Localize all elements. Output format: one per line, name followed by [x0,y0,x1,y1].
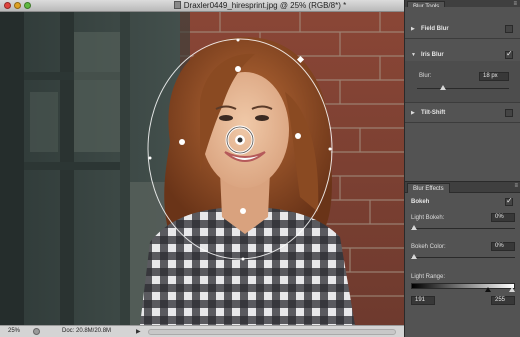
feather-handle-top[interactable] [235,66,241,72]
light-bokeh-slider-thumb[interactable] [411,225,417,230]
tilt-shift-checkbox[interactable] [505,109,513,117]
light-range-gradient[interactable] [411,283,515,289]
document-title-text: Draxler0449_hiresprint.jpg @ 25% (RGB/8*… [183,1,347,10]
light-range-min-thumb[interactable] [485,287,491,292]
status-bar: 25% Doc: 20.8M/20.8M ▶ [0,325,404,337]
feather-handle-bottom[interactable] [240,208,246,214]
blur-slider-track[interactable] [417,88,509,89]
field-blur-checkbox[interactable] [505,25,513,33]
bokeh-color-label: Bokeh Color: [411,244,446,250]
document-icon [173,1,181,9]
iris-blur-settings: Blur: 18 px [405,61,520,103]
zoom-level[interactable]: 25% [8,328,20,334]
light-bokeh-slider-track[interactable] [411,228,515,229]
document-size-info: Doc: 20.8M/20.8M [62,328,112,334]
panel-menu-icon[interactable]: ≡ [514,183,518,189]
blur-effects-tab-strip: Blur Effects ≡ [405,182,520,193]
iris-blur-label: Iris Blur [421,52,444,58]
bokeh-color-slider-thumb[interactable] [411,254,417,259]
expand-triangle-icon[interactable]: ▶ [411,110,415,116]
collapse-triangle-icon[interactable]: ▼ [411,52,416,58]
field-blur-label: Field Blur [421,26,449,32]
light-bokeh-field[interactable]: 0% [491,213,515,222]
status-menu-arrow-icon[interactable]: ▶ [136,328,141,335]
panels-dock: Blur Tools ≡ ▶ Field Blur ▼ Iris Blur Bl… [404,0,520,337]
tab-blur-effects[interactable]: Blur Effects [407,183,450,193]
ellipse-point-left[interactable] [148,156,152,160]
horizontal-scrollbar[interactable] [148,329,396,335]
field-blur-row[interactable]: ▶ Field Blur [405,21,520,39]
tilt-shift-row[interactable]: ▶ Tilt-Shift [405,105,520,123]
zoom-menu-icon[interactable] [33,328,40,335]
blur-effects-panel: Blur Effects ≡ Bokeh Light Bokeh: 0% Bok… [405,181,520,337]
blur-amount-field[interactable]: 18 px [479,72,509,81]
expand-triangle-icon[interactable]: ▶ [411,26,415,32]
feather-handle-left[interactable] [179,139,185,145]
blur-label: Blur: [419,73,432,79]
bokeh-label: Bokeh [411,199,430,205]
light-range-label: Light Range: [411,274,446,280]
blur-tools-panel: ▶ Field Blur ▼ Iris Blur Blur: 18 px ▶ T… [405,7,520,177]
light-bokeh-label: Light Bokeh: [411,215,445,221]
ellipse-point-right[interactable] [328,147,332,151]
light-range-max-thumb[interactable] [509,287,515,292]
ellipse-point-top[interactable] [236,38,240,42]
light-range-max-field[interactable]: 255 [491,296,515,305]
light-range-min-field[interactable]: 191 [411,296,435,305]
bokeh-checkbox[interactable] [505,196,513,206]
photo [0,12,404,325]
blur-slider-thumb[interactable] [439,85,446,90]
feather-handle-right[interactable] [295,133,301,139]
bokeh-color-slider-track[interactable] [411,257,515,258]
image-canvas[interactable] [0,12,404,325]
iris-blur-checkbox[interactable] [505,49,513,59]
ellipse-point-bottom[interactable] [241,257,245,261]
tilt-shift-label: Tilt-Shift [421,110,446,116]
bokeh-color-field[interactable]: 0% [491,242,515,251]
